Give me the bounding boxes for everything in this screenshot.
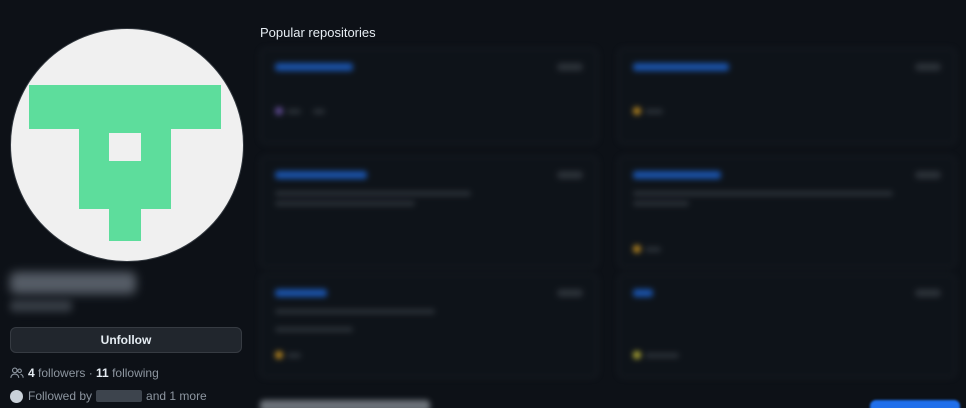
follower-avatar[interactable] (10, 389, 23, 403)
profile-page: Unfollow 4 followers · 11 following Foll… (0, 0, 966, 408)
repo-description-redacted (275, 191, 471, 196)
repo-name-redacted (275, 289, 327, 297)
following-label: following (108, 366, 159, 380)
repo-visibility-badge (915, 171, 941, 179)
language-dot (633, 351, 641, 359)
profile-sidebar: Unfollow 4 followers · 11 following Foll… (0, 0, 252, 408)
repo-card[interactable] (260, 274, 598, 378)
following-count: 11 (96, 366, 109, 380)
repo-meta (645, 353, 679, 358)
followers-label: followers (34, 366, 86, 380)
repo-visibility-badge (915, 289, 941, 297)
language-dot (633, 107, 641, 115)
stats-separator: · (85, 366, 97, 380)
contributions-heading-partial (260, 400, 430, 408)
repo-name-redacted (633, 63, 729, 71)
unfollow-button[interactable]: Unfollow (10, 327, 242, 353)
followed-by-prefix: Followed by (28, 389, 93, 403)
repo-name-redacted (275, 63, 353, 71)
identicon-avatar-icon (29, 85, 221, 241)
repo-meta (287, 353, 301, 358)
following-link[interactable]: 11 following (96, 366, 159, 380)
language-dot (275, 107, 283, 115)
repo-meta (645, 247, 661, 252)
profile-fullname-redacted (10, 272, 136, 294)
repo-card[interactable] (260, 156, 598, 268)
repo-card[interactable] (618, 274, 956, 378)
followed-by-line: Followed by and 1 more (10, 389, 207, 403)
language-dot (275, 351, 283, 359)
repo-card[interactable] (260, 48, 598, 144)
repo-name-redacted (275, 171, 367, 179)
repo-meta (313, 109, 325, 114)
repo-card[interactable] (618, 156, 956, 268)
profile-username-redacted (10, 300, 72, 312)
repo-description-redacted (633, 201, 689, 206)
repo-grid-blurred (260, 48, 964, 378)
people-icon (10, 366, 24, 380)
contribution-settings-button[interactable] (870, 400, 960, 408)
repo-card[interactable] (618, 48, 956, 144)
repo-visibility-badge (915, 63, 941, 71)
repo-visibility-badge (557, 171, 583, 179)
followers-link[interactable]: 4 followers (28, 366, 85, 380)
repo-meta (287, 109, 301, 114)
follow-stats: 4 followers · 11 following (10, 366, 159, 380)
repo-visibility-badge (557, 289, 583, 297)
popular-repositories-title: Popular repositories (260, 25, 376, 40)
profile-avatar[interactable] (10, 28, 244, 262)
repo-name-redacted (633, 289, 653, 297)
followers-count: 4 (28, 366, 35, 380)
follower-name-redacted[interactable] (96, 390, 143, 402)
language-dot (633, 245, 641, 253)
repo-description-redacted (275, 309, 435, 314)
repo-description-redacted (633, 191, 893, 196)
followed-by-suffix[interactable]: and 1 more (146, 389, 207, 403)
repo-meta (645, 109, 663, 114)
repo-name-redacted (633, 171, 721, 179)
repo-description-redacted (275, 201, 415, 206)
repo-meta (275, 327, 353, 332)
profile-main: Popular repositories (252, 0, 966, 408)
repo-visibility-badge (557, 63, 583, 71)
